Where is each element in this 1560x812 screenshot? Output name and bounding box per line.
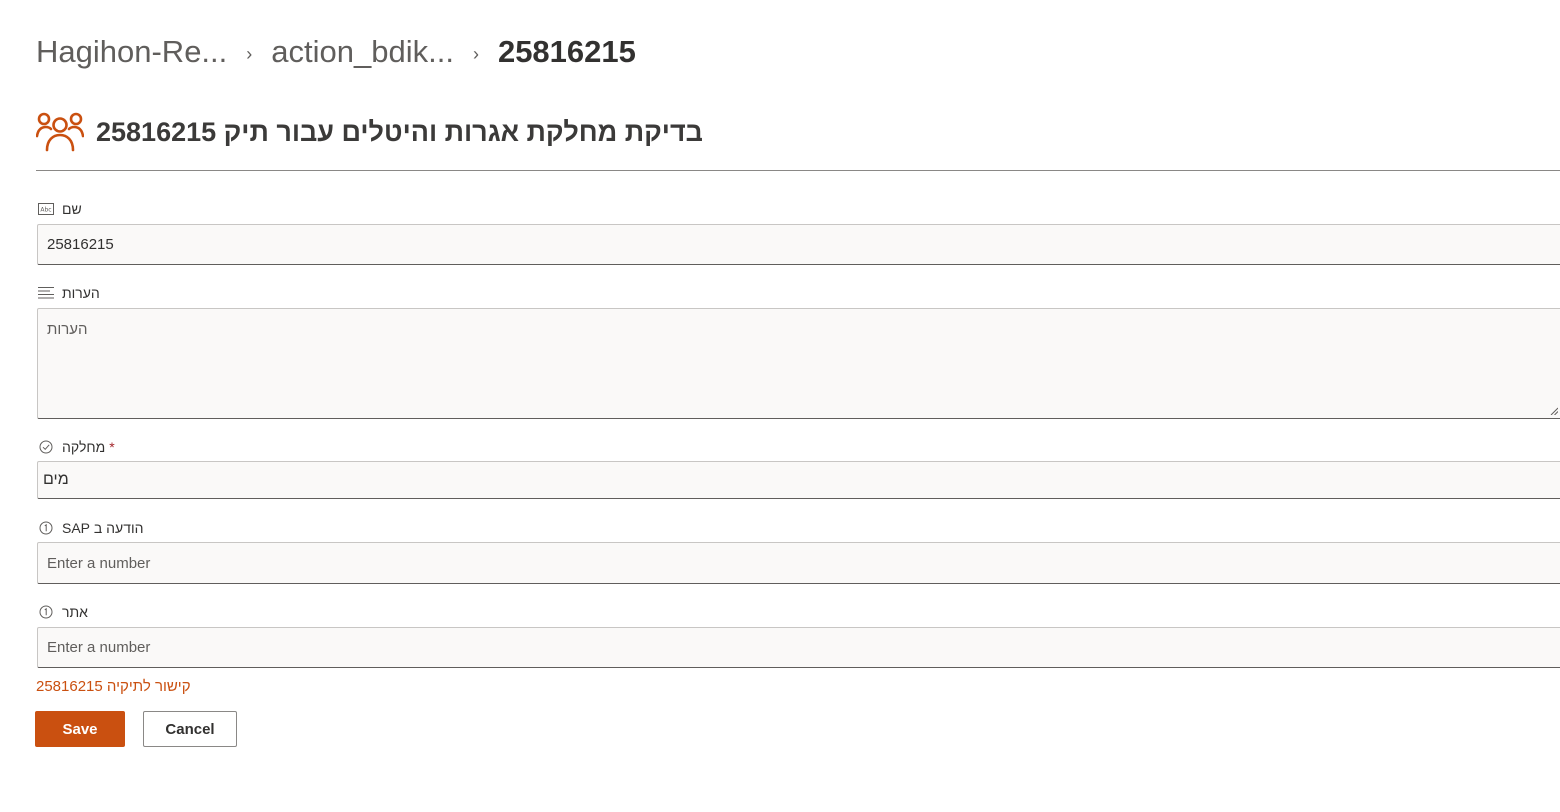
breadcrumb-item-current: 25816215 <box>497 34 636 69</box>
chevron-right-icon: › <box>246 43 253 64</box>
folder-link[interactable]: קישור לתיקיה 25816215 <box>36 678 191 695</box>
field-label-sap-notice: הודעה ב SAP <box>38 518 143 538</box>
form-header: בדיקת מחלקת אגרות והיטלים עבור תיק 25816… <box>36 110 703 154</box>
chevron-right-icon: › <box>472 43 479 64</box>
form-title: בדיקת מחלקת אגרות והיטלים עבור תיק 25816… <box>96 116 703 147</box>
group-people-icon <box>36 112 84 152</box>
notes-textarea[interactable]: הערות <box>37 308 1560 419</box>
form-page: Hagihon-Re... › action_bdik... › 2581621… <box>0 0 1560 812</box>
breadcrumb-item-list[interactable]: action_bdik... <box>271 34 454 70</box>
save-button[interactable]: Save <box>35 711 125 747</box>
breadcrumb-item-site[interactable]: Hagihon-Re... <box>36 34 227 70</box>
number-field-icon <box>38 604 54 620</box>
cancel-button[interactable]: Cancel <box>143 711 237 747</box>
field-label-name: Abc שם <box>38 199 82 219</box>
field-label-notes: הערות <box>38 283 100 303</box>
notes-placeholder: הערות <box>47 321 88 338</box>
number-field-icon <box>38 520 54 536</box>
breadcrumb: Hagihon-Re... › action_bdik... › 2581621… <box>36 30 636 74</box>
name-input[interactable]: 25816215 <box>37 224 1560 265</box>
department-selected-value: מים <box>43 471 69 488</box>
svg-text:Abc: Abc <box>40 207 51 214</box>
field-label-site: אתר <box>38 602 88 622</box>
department-select[interactable]: מים <box>37 461 1560 499</box>
text-field-icon: Abc <box>38 201 54 217</box>
field-label-department: מחלקה * <box>38 437 115 457</box>
resize-grip-icon[interactable] <box>1550 407 1558 415</box>
header-divider <box>36 170 1560 171</box>
choice-check-icon <box>38 439 54 455</box>
site-input[interactable]: Enter a number <box>37 627 1560 668</box>
sap-notice-input[interactable]: Enter a number <box>37 542 1560 584</box>
multiline-text-icon <box>38 285 54 301</box>
required-indicator: * <box>109 439 115 455</box>
